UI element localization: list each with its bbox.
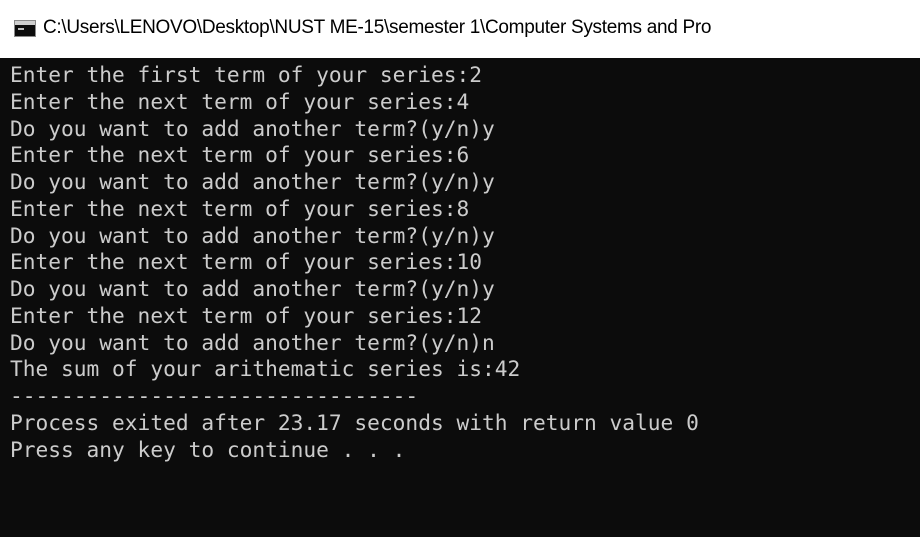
window-title: C:\Users\LENOVO\Desktop\NUST ME-15\semes… xyxy=(43,17,712,38)
console-line: Enter the first term of your series:2 xyxy=(10,62,482,87)
console-line: Do you want to add another term?(y/n)y xyxy=(10,169,495,194)
icon-titlebar-strip xyxy=(15,21,35,25)
result-line: The sum of your arithematic series is:42 xyxy=(10,356,521,382)
console-line: Enter the next term of your series:8 xyxy=(10,195,470,221)
separator-line: -------------------------------- xyxy=(10,383,419,408)
console-line: Enter the next term of your series:4 xyxy=(10,88,470,114)
console-line: Enter the next term of your series:6 xyxy=(10,142,470,168)
console-line: Enter the next term of your series:12 xyxy=(10,302,482,328)
console-line: Do you want to add another term?(y/n)y xyxy=(10,276,495,301)
continue-prompt-line: Press any key to continue . . . xyxy=(10,436,406,462)
console-window-icon[interactable] xyxy=(14,20,36,37)
icon-prompt-glyph xyxy=(18,28,24,30)
console-output[interactable]: Enter the first term of your series:2 En… xyxy=(0,58,920,537)
console-line: Enter the next term of your series:10 xyxy=(10,249,482,275)
console-line: Do you want to add another term?(y/n)y xyxy=(10,115,495,141)
console-line: Do you want to add another term?(y/n)y xyxy=(10,222,495,248)
console-window: C:\Users\LENOVO\Desktop\NUST ME-15\semes… xyxy=(0,0,920,537)
title-bar[interactable]: C:\Users\LENOVO\Desktop\NUST ME-15\semes… xyxy=(0,0,920,58)
console-line: Do you want to add another term?(y/n)n xyxy=(10,329,495,355)
exit-status-line: Process exited after 23.17 seconds with … xyxy=(10,409,699,435)
